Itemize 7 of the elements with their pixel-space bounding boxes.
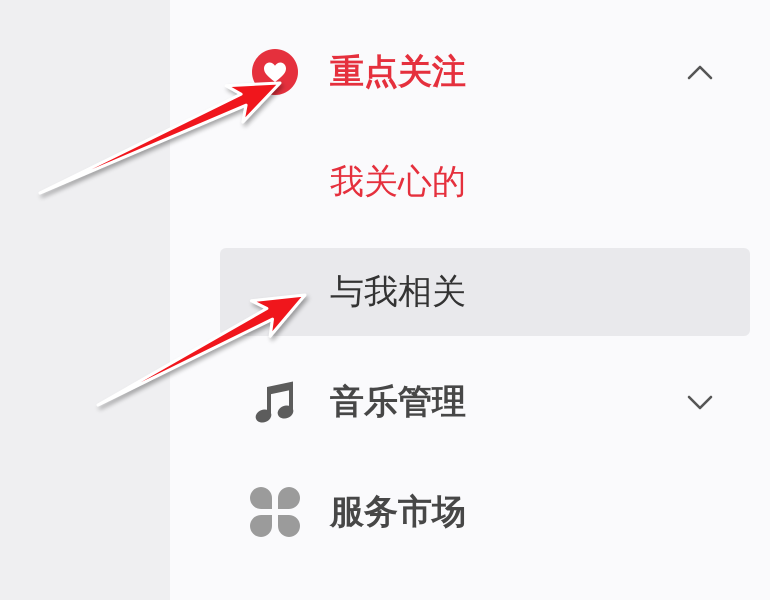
submenu-item[interactable]: 与我相关 [220, 248, 750, 336]
menu-group-label[interactable]: 服务市场 [330, 495, 466, 529]
chevron-down-icon[interactable] [687, 394, 713, 410]
submenu-item[interactable]: 我关心的 [220, 138, 750, 226]
menu-group-label[interactable]: 重点关注 [330, 55, 466, 89]
menu-group-label[interactable]: 音乐管理 [330, 385, 466, 419]
chevron-up-icon[interactable] [687, 64, 713, 80]
